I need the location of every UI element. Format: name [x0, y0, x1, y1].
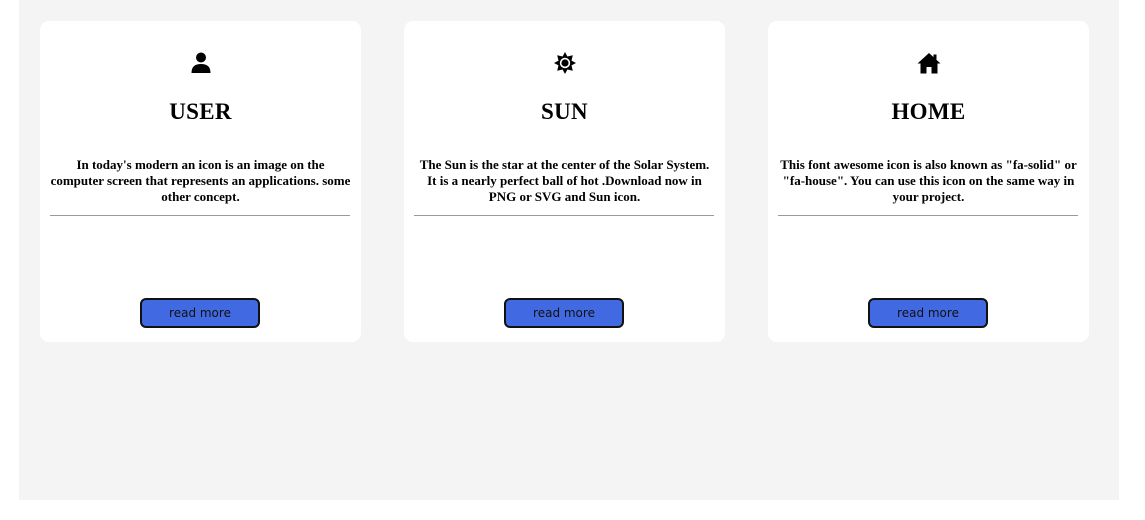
read-more-button[interactable]: read more	[868, 298, 988, 328]
page-background: USER In today's modern an icon is an ima…	[19, 0, 1119, 500]
card-description: The Sun is the star at the center of the…	[419, 157, 710, 204]
card-title: HOME	[891, 99, 966, 124]
card-home: HOME This font awesome icon is also know…	[768, 21, 1089, 342]
card-description: In today's modern an icon is an image on…	[50, 157, 351, 204]
card-user: USER In today's modern an icon is an ima…	[40, 21, 361, 342]
card-divider	[414, 215, 714, 216]
user-icon	[191, 52, 210, 73]
card-divider	[778, 215, 1078, 216]
house-icon	[917, 53, 940, 74]
read-more-button[interactable]: read more	[140, 298, 260, 328]
card-description: This font awesome icon is also known as …	[780, 157, 1077, 204]
sun-icon	[553, 52, 576, 74]
card-divider	[50, 215, 350, 216]
card-title: SUN	[541, 99, 588, 124]
card-title: USER	[169, 99, 232, 124]
card-sun: SUN The Sun is the star at the center of…	[404, 21, 725, 342]
read-more-button[interactable]: read more	[504, 298, 624, 328]
